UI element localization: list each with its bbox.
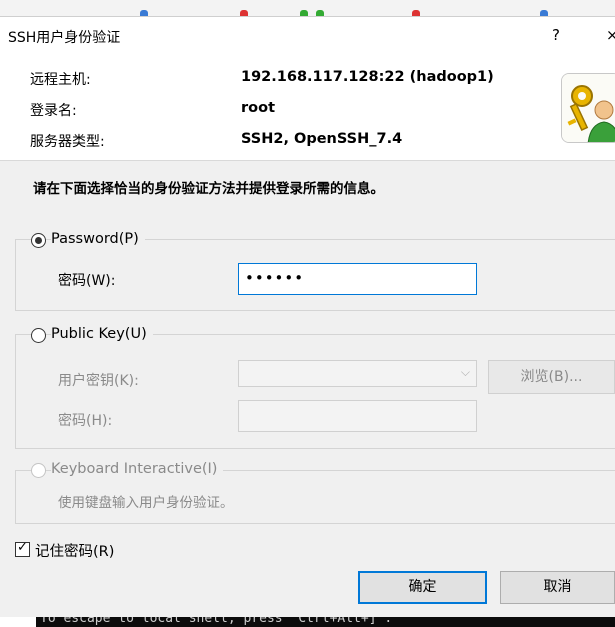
connection-info-header: 远程主机: 192.168.117.128:22 (hadoop1) 登录名: … xyxy=(0,55,615,161)
dialog-title: SSH用户身份验证 xyxy=(8,30,121,46)
browse-button-label: 浏览(B)... xyxy=(520,369,583,385)
cancel-button[interactable]: 取消 xyxy=(500,571,615,604)
help-button[interactable]: ? xyxy=(552,26,560,44)
checkmark-icon: ✓ xyxy=(17,540,28,555)
remember-password-checkbox[interactable]: ✓ xyxy=(15,540,30,557)
password-radio-label[interactable]: Password(P) xyxy=(51,231,145,247)
user-key-select[interactable]: ⌵ xyxy=(238,360,477,387)
password-label: 密码(W): xyxy=(58,273,116,289)
background-app-strip xyxy=(0,0,615,16)
browse-button[interactable]: 浏览(B)... xyxy=(488,360,615,394)
close-button[interactable]: × xyxy=(606,26,615,44)
remote-host-label: 远程主机: xyxy=(30,72,91,88)
terminal-background: To escape to local shell, press 'Ctrl+Al… xyxy=(0,617,615,627)
ok-button[interactable]: 确定 xyxy=(358,571,487,604)
ok-button-label: 确定 xyxy=(408,579,437,595)
passphrase-input[interactable] xyxy=(238,400,477,432)
instruction-text: 请在下面选择恰当的身份验证方法并提供登录所需的信息。 xyxy=(33,181,384,197)
ssh-auth-dialog: SSH用户身份验证 ? × 远程主机: 192.168.117.128:22 (… xyxy=(0,16,615,617)
terminal-pane: To escape to local shell, press 'Ctrl+Al… xyxy=(36,617,615,627)
chevron-down-icon: ⌵ xyxy=(460,365,470,379)
user-key-label: 用户密钥(K): xyxy=(58,373,139,389)
title-bar: SSH用户身份验证 ? × xyxy=(0,17,615,55)
server-type-value: SSH2, OpenSSH_7.4 xyxy=(241,131,403,147)
remember-password-label[interactable]: 记住密码(R) xyxy=(35,540,114,561)
keyboard-interactive-radio[interactable] xyxy=(31,463,46,478)
public-key-radio[interactable] xyxy=(31,328,46,343)
server-type-label: 服务器类型: xyxy=(30,134,105,150)
key-user-icon xyxy=(561,73,615,143)
passphrase-label: 密码(H): xyxy=(58,413,113,429)
login-name-label: 登录名: xyxy=(30,103,77,119)
keyboard-interactive-hint: 使用键盘输入用户身份验证。 xyxy=(58,495,234,511)
password-input[interactable]: •••••• xyxy=(238,263,477,295)
cancel-button-label: 取消 xyxy=(543,579,572,595)
terminal-output: To escape to local shell, press 'Ctrl+Al… xyxy=(40,617,393,626)
login-name-value: root xyxy=(241,100,276,116)
public-key-radio-label[interactable]: Public Key(U) xyxy=(51,326,153,342)
keyboard-interactive-radio-label[interactable]: Keyboard Interactive(I) xyxy=(51,461,224,477)
remote-host-value: 192.168.117.128:22 (hadoop1) xyxy=(241,69,494,85)
password-radio[interactable] xyxy=(31,233,46,248)
password-masked-value: •••••• xyxy=(245,269,305,287)
